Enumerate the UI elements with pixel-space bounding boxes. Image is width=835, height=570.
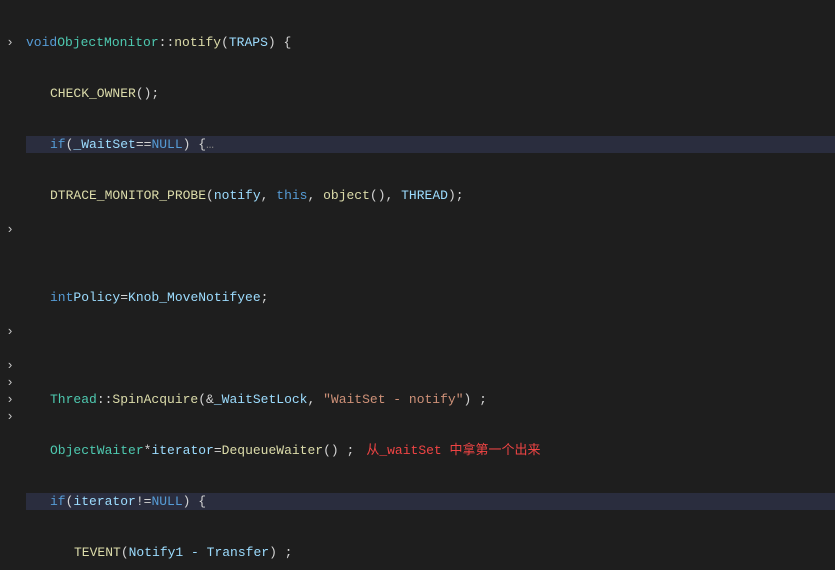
gutter-row xyxy=(0,119,20,136)
gutter-row xyxy=(0,459,20,476)
gutter-row xyxy=(0,153,20,170)
gutter-row xyxy=(0,476,20,493)
gutter-row xyxy=(0,425,20,442)
gutter-row xyxy=(0,340,20,357)
code-line: Thread::SpinAcquire (&_WaitSetLock, "Wai… xyxy=(26,391,835,408)
keyword: if xyxy=(50,136,66,153)
gutter-row xyxy=(0,17,20,34)
gutter-row xyxy=(0,442,20,459)
keyword: void xyxy=(26,34,57,51)
function-call: DequeueWaiter xyxy=(222,442,323,459)
gutter-row xyxy=(0,493,20,510)
fold-gutter: › › › › › › › xyxy=(0,0,20,570)
code-line: if (_WaitSet == NULL) {… xyxy=(26,136,835,153)
fold-toggle[interactable]: › xyxy=(0,323,20,340)
code-line: DTRACE_MONITOR_PROBE(notify, this, objec… xyxy=(26,187,835,204)
param: TRAPS xyxy=(229,34,268,51)
code-line xyxy=(26,238,835,255)
variable: _WaitSet xyxy=(73,136,135,153)
function-name: notify xyxy=(174,34,221,51)
gutter-row xyxy=(0,272,20,289)
annotation-text: 从_waitSet 中拿第一个出来 xyxy=(366,442,540,459)
function-call: CHECK_OWNER xyxy=(50,85,136,102)
gutter-row xyxy=(0,170,20,187)
variable: iterator xyxy=(151,442,213,459)
type: ObjectWaiter xyxy=(50,442,144,459)
gutter-row xyxy=(0,306,20,323)
gutter-row xyxy=(0,68,20,85)
string: "WaitSet - notify" xyxy=(323,391,463,408)
code-line: int Policy = Knob_MoveNotifyee ; xyxy=(26,289,835,306)
gutter-row xyxy=(0,187,20,204)
variable: Policy xyxy=(73,289,120,306)
code-line: if (iterator != NULL) { xyxy=(26,493,835,510)
fold-toggle[interactable]: › xyxy=(0,221,20,238)
code-line xyxy=(26,340,835,357)
code-line: void ObjectMonitor::notify(TRAPS) { xyxy=(26,34,835,51)
gutter-row xyxy=(0,0,20,17)
fold-ellipsis[interactable]: … xyxy=(206,136,214,153)
gutter-row xyxy=(0,204,20,221)
class-name: Thread xyxy=(50,391,97,408)
code-line: ObjectWaiter * iterator = DequeueWaiter(… xyxy=(26,442,835,459)
fold-toggle[interactable]: › xyxy=(0,357,20,374)
code-line: CHECK_OWNER(); xyxy=(26,85,835,102)
fold-toggle[interactable]: › xyxy=(0,391,20,408)
function-call: SpinAcquire xyxy=(112,391,198,408)
gutter-row xyxy=(0,136,20,153)
class-name: ObjectMonitor xyxy=(57,34,158,51)
code-line: TEVENT (Notify1 - Transfer) ; xyxy=(26,544,835,561)
keyword: if xyxy=(50,493,66,510)
function-call: TEVENT xyxy=(74,544,121,561)
gutter-row xyxy=(0,51,20,68)
constant: NULL xyxy=(151,136,182,153)
gutter-row xyxy=(0,255,20,272)
fold-toggle[interactable]: › xyxy=(0,34,20,51)
function-call: DTRACE_MONITOR_PROBE xyxy=(50,187,206,204)
fold-toggle[interactable]: › xyxy=(0,374,20,391)
gutter-row xyxy=(0,85,20,102)
gutter-row xyxy=(0,102,20,119)
type: int xyxy=(50,289,73,306)
code-editor[interactable]: void ObjectMonitor::notify(TRAPS) { CHEC… xyxy=(20,0,835,570)
fold-toggle[interactable]: › xyxy=(0,408,20,425)
gutter-row xyxy=(0,289,20,306)
gutter-row xyxy=(0,238,20,255)
